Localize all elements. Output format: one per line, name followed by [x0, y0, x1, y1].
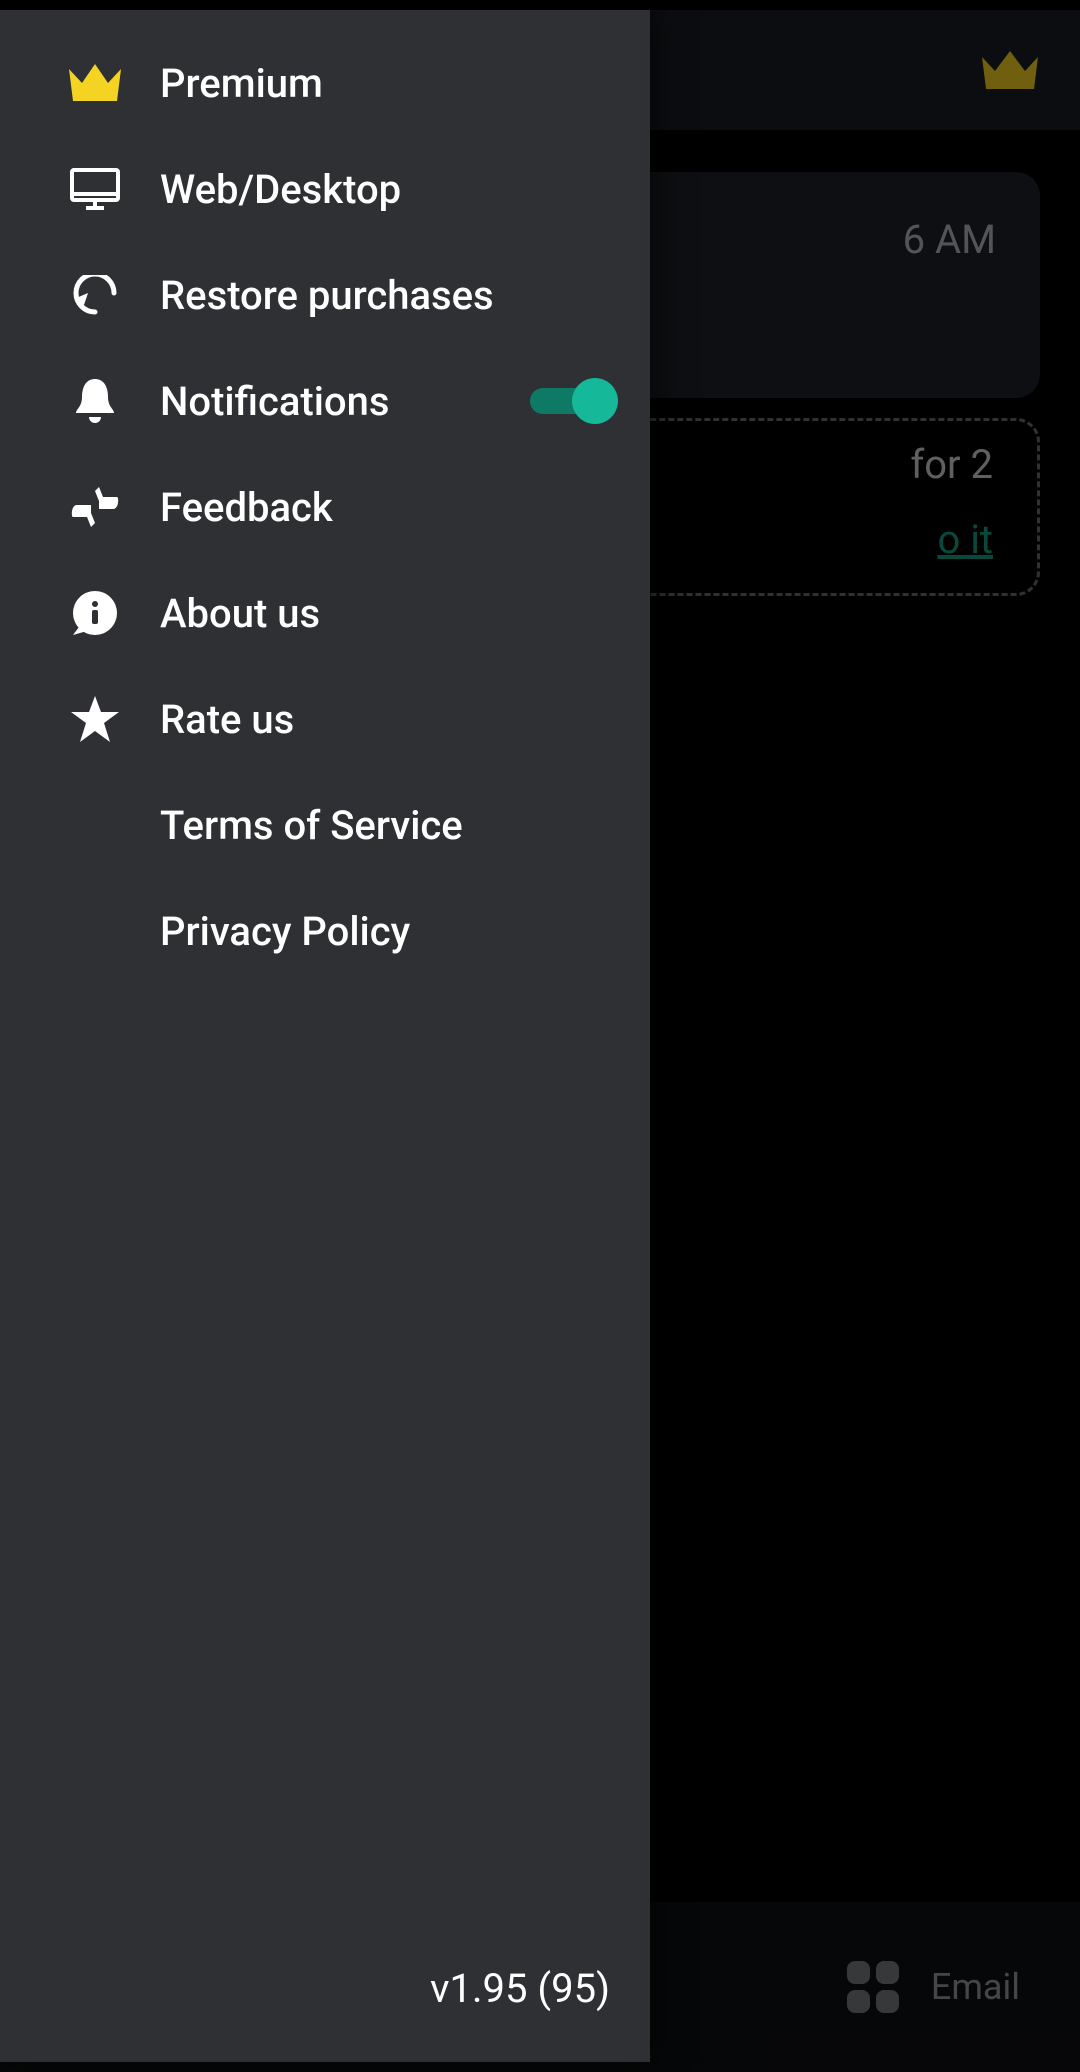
nav-item-label: Notifications [160, 378, 530, 425]
nav-item-rate-us[interactable]: Rate us [0, 666, 650, 772]
nav-item-label: Premium [160, 60, 620, 107]
nav-item-terms[interactable]: Terms of Service [0, 772, 650, 878]
notifications-toggle[interactable] [530, 388, 600, 414]
crown-icon [30, 63, 160, 103]
nav-item-label: Terms of Service [160, 802, 620, 849]
nav-item-premium[interactable]: Premium [0, 30, 650, 136]
nav-item-label: Feedback [160, 484, 620, 531]
nav-item-web-desktop[interactable]: Web/Desktop [0, 136, 650, 242]
star-icon [30, 696, 160, 742]
nav-item-notifications[interactable]: Notifications [0, 348, 650, 454]
thumbs-icon [30, 487, 160, 527]
nav-item-label: Web/Desktop [160, 166, 620, 213]
nav-item-about-us[interactable]: About us [0, 560, 650, 666]
restore-icon [30, 275, 160, 315]
nav-item-privacy[interactable]: Privacy Policy [0, 878, 650, 984]
bell-icon [30, 377, 160, 425]
info-icon [30, 591, 160, 635]
nav-item-label: Privacy Policy [160, 908, 620, 955]
nav-item-label: Rate us [160, 696, 620, 743]
monitor-icon [30, 168, 160, 210]
nav-item-label: About us [160, 590, 620, 637]
nav-item-feedback[interactable]: Feedback [0, 454, 650, 560]
nav-item-label: Restore purchases [160, 272, 620, 319]
version-label: v1.95 (95) [0, 1965, 650, 2062]
nav-drawer: Premium Web/Desktop [0, 10, 650, 2062]
nav-item-restore-purchases[interactable]: Restore purchases [0, 242, 650, 348]
